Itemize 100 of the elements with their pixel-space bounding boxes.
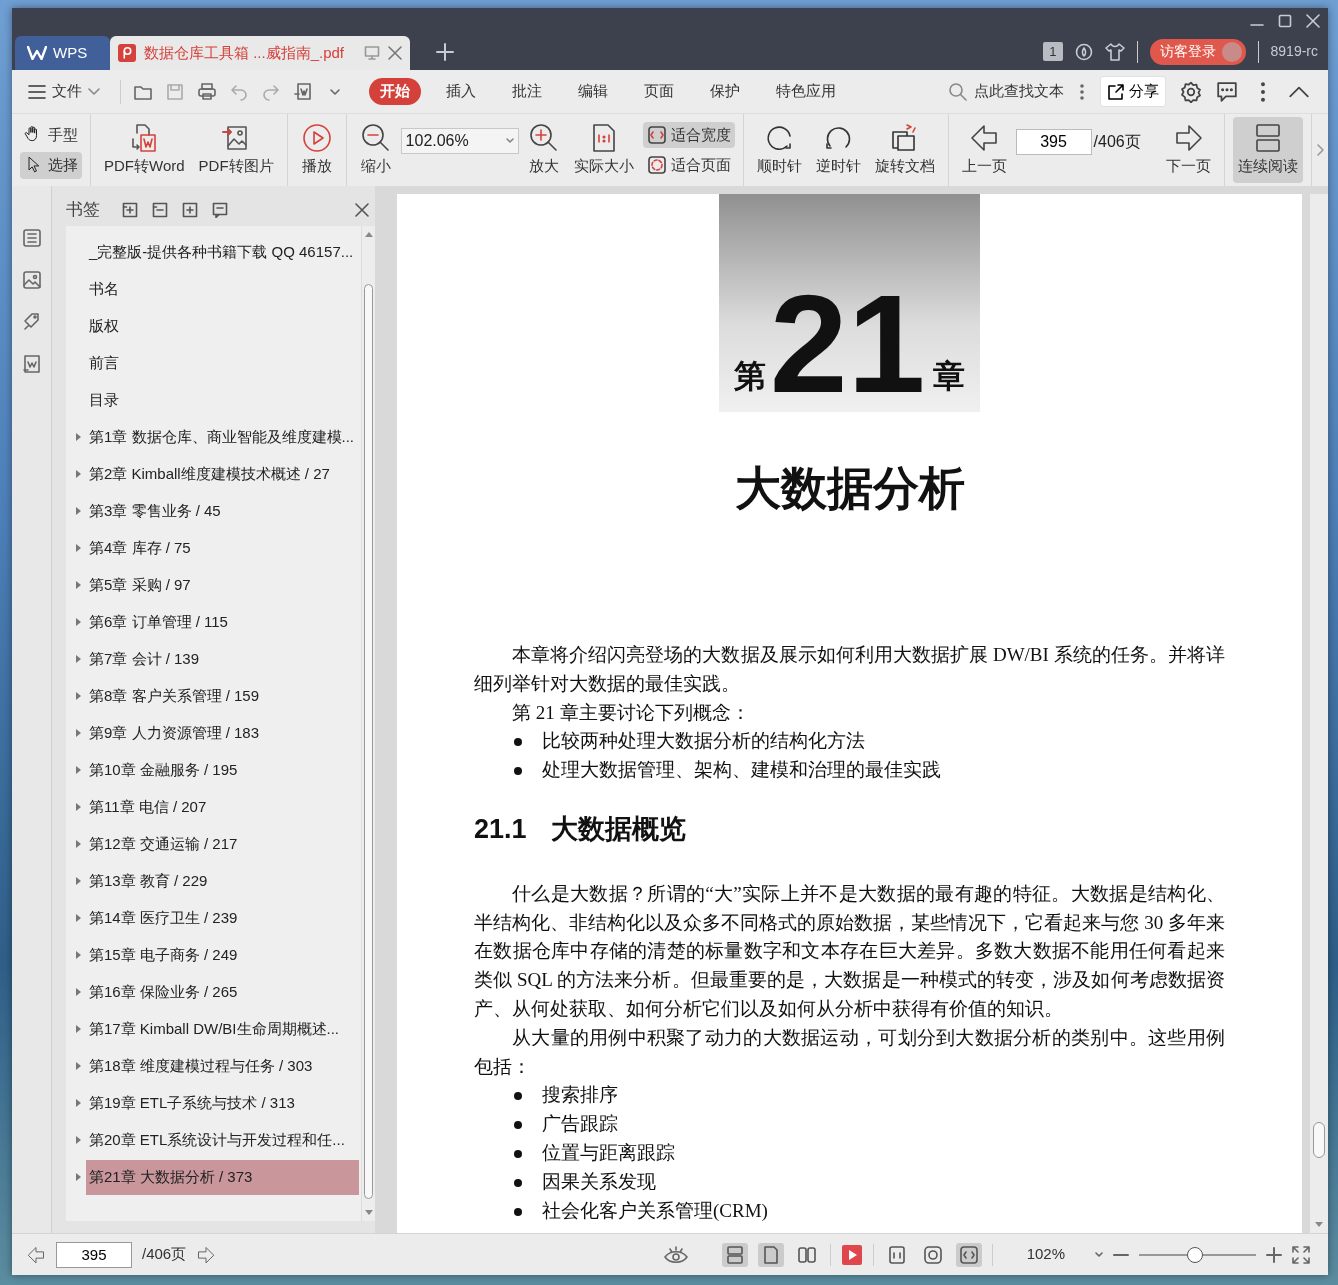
- maximize-icon[interactable]: [1278, 13, 1292, 28]
- image-icon[interactable]: [21, 270, 42, 290]
- bookmark-item[interactable]: 第12章 交通运输 / 217: [86, 827, 359, 862]
- ribbon-tab[interactable]: 编辑: [567, 78, 619, 105]
- scroll-down-icon[interactable]: [365, 1210, 373, 1215]
- bookmark-item[interactable]: 第21章 大数据分析 / 373: [86, 1160, 359, 1195]
- toolbar-button[interactable]: 手型: [20, 121, 82, 148]
- bookmark-item[interactable]: 第7章 会计 / 139: [86, 642, 359, 677]
- file-menu[interactable]: 文件: [28, 78, 100, 105]
- login-button[interactable]: 访客登录: [1149, 38, 1246, 65]
- expand-arrow-icon[interactable]: [76, 1173, 81, 1182]
- ribbon-tab[interactable]: 开始: [369, 78, 421, 105]
- eye-icon[interactable]: [663, 1244, 688, 1265]
- bookmark-item[interactable]: 第18章 维度建模过程与任务 / 303: [86, 1049, 359, 1084]
- toolbar-button[interactable]: 放大: [522, 117, 565, 183]
- expand-arrow-icon[interactable]: [76, 1025, 81, 1034]
- bookmark-item[interactable]: 第5章 采购 / 97: [86, 568, 359, 603]
- more-icon[interactable]: [1080, 82, 1084, 101]
- bookmark-item[interactable]: 第19章 ETL子系统与技术 / 313: [86, 1086, 359, 1121]
- expand-arrow-icon[interactable]: [76, 507, 81, 516]
- toolbar-button[interactable]: 上一页: [956, 117, 1012, 183]
- search-field[interactable]: 点此查找文本: [948, 80, 1074, 103]
- export-icon[interactable]: [293, 81, 313, 102]
- bookmark-item[interactable]: 第6章 订单管理 / 115: [86, 605, 359, 640]
- page-field[interactable]: 395: [56, 1241, 132, 1268]
- toolbar-button[interactable]: 实际大小: [568, 117, 639, 183]
- toolbar-button[interactable]: 选择: [20, 152, 82, 179]
- close-icon[interactable]: [355, 203, 369, 217]
- scroll-up-icon[interactable]: [365, 232, 373, 237]
- new-tab-icon[interactable]: [436, 42, 454, 61]
- document-tab[interactable]: 数据仓库工具箱 ...威指南_.pdf: [110, 36, 410, 70]
- expand-arrow-icon[interactable]: [76, 433, 81, 442]
- toolbar-button[interactable]: 旋转文档: [869, 117, 940, 183]
- expand-arrow-icon[interactable]: [76, 840, 81, 849]
- toolbar-button[interactable]: 连续阅读: [1233, 117, 1303, 183]
- zoom-slider-thumb[interactable]: [1187, 1246, 1204, 1263]
- expand-arrow-icon[interactable]: [76, 1136, 81, 1145]
- ribbon-tab[interactable]: 特色应用: [765, 78, 847, 105]
- toolbar-button[interactable]: 适合宽度: [642, 121, 735, 148]
- zoom-field[interactable]: 102.06%: [400, 128, 519, 154]
- settings-icon[interactable]: [1180, 80, 1202, 103]
- monitor-icon[interactable]: [364, 45, 380, 61]
- print-icon[interactable]: [197, 81, 217, 102]
- toolbar-button[interactable]: 适合页面: [642, 152, 735, 179]
- ribbon-tab[interactable]: 插入: [435, 78, 487, 105]
- expand-arrow-icon[interactable]: [76, 655, 81, 664]
- app-tab[interactable]: WPS: [15, 36, 110, 70]
- toolbar-button[interactable]: 顺时针: [751, 117, 807, 183]
- share-button[interactable]: 分享: [1100, 76, 1166, 107]
- outline-icon[interactable]: [21, 228, 42, 248]
- toolbar-button[interactable]: 下一页: [1161, 117, 1216, 183]
- bookmark-item[interactable]: 第3章 零售业务 / 45: [86, 494, 359, 529]
- expand-arrow-icon[interactable]: [76, 692, 81, 701]
- add-bookmark-icon[interactable]: [182, 202, 198, 218]
- shirt-icon[interactable]: [1104, 42, 1125, 61]
- bookmark-item[interactable]: 第13章 教育 / 229: [86, 864, 359, 899]
- dropdown-icon[interactable]: [1095, 1251, 1103, 1258]
- comment-icon[interactable]: [1216, 80, 1238, 103]
- zoom-in-icon[interactable]: [1266, 1246, 1282, 1263]
- expand-arrow-icon[interactable]: [76, 1062, 81, 1071]
- bookmark-item[interactable]: 第9章 人力资源管理 / 183: [86, 716, 359, 751]
- expand-arrow-icon[interactable]: [76, 914, 81, 923]
- expand-arrow-icon[interactable]: [76, 766, 81, 775]
- play-icon[interactable]: [840, 1243, 863, 1266]
- toolbar-button[interactable]: PDF转Word: [99, 117, 190, 183]
- bookmark-item[interactable]: 第16章 保险业务 / 265: [86, 975, 359, 1010]
- toolbar-button[interactable]: 缩小: [354, 117, 397, 183]
- toolbar-button[interactable]: PDF转图片: [193, 117, 279, 183]
- bookmark-item[interactable]: 第4章 库存 / 75: [86, 531, 359, 566]
- bookmark-item[interactable]: 版权: [86, 309, 359, 344]
- ribbon-tab[interactable]: 保护: [699, 78, 751, 105]
- bookmark-item[interactable]: 第8章 客户关系管理 / 159: [86, 679, 359, 714]
- ribbon-tab[interactable]: 页面: [633, 78, 685, 105]
- scrollbar-thumb[interactable]: [1313, 1122, 1325, 1158]
- expand-arrow-icon[interactable]: [76, 803, 81, 812]
- collapse-all-icon[interactable]: [152, 202, 168, 218]
- toolbar-button[interactable]: 逆时针: [810, 117, 866, 183]
- dropdown-icon[interactable]: [505, 138, 514, 144]
- next-page-icon[interactable]: [196, 1244, 217, 1265]
- fullscreen-icon[interactable]: [1292, 1245, 1310, 1264]
- bookmark-item[interactable]: 第14章 医疗卫生 / 239: [86, 901, 359, 936]
- bookmark-item[interactable]: 第2章 Kimball维度建模技术概述 / 27: [86, 457, 359, 492]
- close-icon[interactable]: [388, 46, 402, 60]
- scroll-right-icon[interactable]: [1316, 144, 1324, 156]
- signature-icon[interactable]: [21, 354, 42, 374]
- bookmark-item[interactable]: 第10章 金融服务 / 195: [86, 753, 359, 788]
- expand-arrow-icon[interactable]: [76, 544, 81, 553]
- expand-arrow-icon[interactable]: [76, 618, 81, 627]
- scroll-down-icon[interactable]: [1315, 1222, 1323, 1227]
- bookmark-item[interactable]: 第15章 电子商务 / 249: [86, 938, 359, 973]
- toolbar-button[interactable]: 播放: [295, 117, 338, 183]
- expand-arrow-icon[interactable]: [76, 988, 81, 997]
- bookmark-item[interactable]: _完整版-提供各种书籍下载 QQ 46157...: [86, 235, 359, 270]
- ribbon-tab[interactable]: 批注: [501, 78, 553, 105]
- bookmark-icon[interactable]: [212, 202, 228, 218]
- expand-arrow-icon[interactable]: [76, 581, 81, 590]
- expand-arrow-icon[interactable]: [76, 877, 81, 886]
- bookmark-item[interactable]: 前言: [86, 346, 359, 381]
- window-count[interactable]: 1: [1043, 41, 1063, 62]
- skin-icon[interactable]: [1074, 42, 1093, 61]
